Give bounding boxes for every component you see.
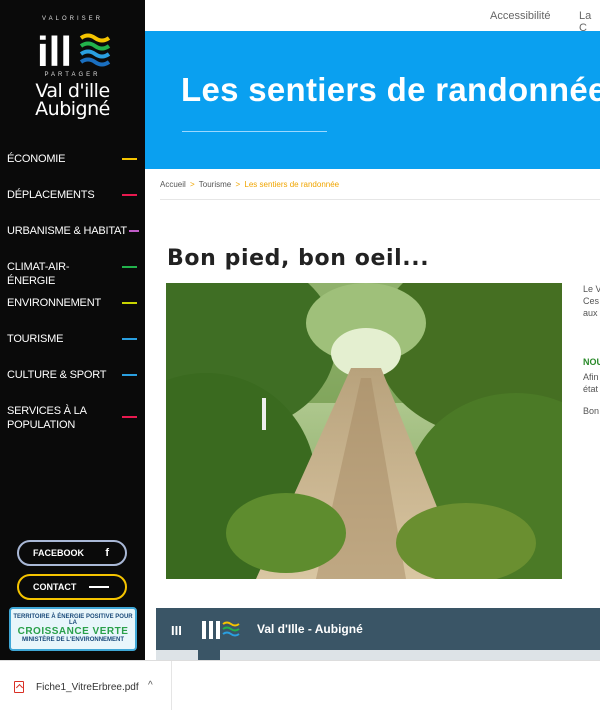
menu-item-label: Culture & Sport — [7, 369, 107, 381]
menu-item-economie[interactable]: Économie — [0, 146, 145, 182]
map-logo-icon — [202, 621, 240, 639]
facebook-button[interactable]: FACEBOOK f — [17, 540, 127, 566]
breadcrumb-current: Les sentiers de randonnée — [244, 180, 340, 189]
menu-item-culture-sport[interactable]: Culture & Sport — [0, 362, 145, 398]
banner-underline — [182, 131, 327, 132]
logo-mark-icon: ill — [37, 28, 111, 72]
breadcrumb-separator: > — [190, 180, 195, 189]
closing-text-line: Bon — [583, 406, 600, 416]
banner-title: Les sentiers de randonnée — [181, 71, 600, 108]
intro-text-line: Le V — [583, 284, 600, 294]
logo-tagline-bottom: PARTAGER — [44, 72, 101, 78]
news-text-line: état — [583, 384, 599, 394]
menu-item-label: Tourisme — [7, 333, 64, 345]
menu-item-climat[interactable]: Climat-Air-Énergie — [0, 254, 145, 290]
breadcrumb-separator: > — [235, 180, 241, 189]
menu-icon[interactable]: III — [171, 623, 182, 638]
contact-label: CONTACT — [33, 582, 77, 592]
trail-photo — [166, 283, 562, 579]
menu-item-label: Économie — [7, 153, 66, 165]
download-filename: Fiche1_VitreErbree.pdf — [36, 682, 139, 693]
menu-item-tourisme[interactable]: Tourisme — [0, 326, 145, 362]
news-text-line: Afin — [583, 372, 599, 382]
sidebar: VALORISER ill PARTAGER Val d'ille Aubign… — [0, 0, 145, 660]
menu-item-accent — [122, 338, 137, 340]
menu-item-accent — [122, 266, 137, 268]
forest-path-image — [166, 283, 562, 579]
map-list-tool-icon[interactable] — [198, 650, 220, 660]
facebook-label: FACEBOOK — [33, 548, 85, 558]
badge-line3: MINISTÈRE DE L'ENVIRONNEMENT — [21, 637, 125, 643]
facebook-icon: f — [105, 547, 109, 559]
intro-text-line: Ces — [583, 296, 600, 306]
pdf-icon — [14, 681, 24, 693]
breadcrumb-parent[interactable]: Tourisme — [199, 180, 231, 189]
logo-tagline-top: VALORISER — [42, 16, 103, 22]
tepcv-badge[interactable]: TERRITOIRE À ÉNERGIE POSITIVE POUR LA CR… — [9, 607, 137, 651]
menu-item-label: Urbanisme & Habitat — [7, 225, 127, 237]
menu-item-label: Déplacements — [7, 189, 95, 201]
badge-line1: TERRITOIRE À ÉNERGIE POSITIVE POUR LA — [13, 614, 133, 626]
main-menu: Économie Déplacements Urbanisme & Habita… — [0, 146, 145, 442]
badge-line2: CROISSANCE VERTE — [17, 626, 129, 637]
map-image-tool-icon[interactable] — [168, 650, 190, 660]
menu-item-accent — [129, 230, 139, 232]
menu-item-accent — [122, 416, 137, 418]
map-header: III Val d'Ille - Aubigné — [156, 608, 600, 650]
top-bar: Accessibilité La C — [145, 0, 600, 34]
menu-item-accent — [122, 374, 137, 376]
menu-item-accent — [122, 302, 137, 304]
page-banner: Les sentiers de randonnée — [145, 31, 600, 169]
menu-item-deplacements[interactable]: Déplacements — [0, 182, 145, 218]
download-item[interactable]: Fiche1_VitreErbree.pdf ^ — [0, 661, 172, 710]
download-bar: Fiche1_VitreErbree.pdf ^ — [0, 660, 600, 710]
menu-item-urbanisme[interactable]: Urbanisme & Habitat — [0, 218, 145, 254]
map-title: Val d'Ille - Aubigné — [257, 622, 363, 636]
breadcrumb: Accueil > Tourisme > Les sentiers de ran… — [160, 180, 339, 189]
page-heading: Bon pied, bon oeil... — [167, 246, 430, 271]
contact-line-icon — [89, 586, 109, 588]
logo-name-line2: Aubigné — [35, 98, 110, 120]
intro-text-line: aux — [583, 308, 598, 318]
menu-item-accent — [122, 158, 137, 160]
site-logo[interactable]: VALORISER ill PARTAGER Val d'ille Aubign… — [0, 10, 145, 130]
accessibility-link[interactable]: Accessibilité — [490, 10, 551, 22]
breadcrumb-home[interactable]: Accueil — [160, 180, 186, 189]
contact-button[interactable]: CONTACT — [17, 574, 127, 600]
menu-item-label: Climat-Air-Énergie — [7, 261, 70, 287]
menu-item-environnement[interactable]: Environnement — [0, 290, 145, 326]
logo-name: Val d'ille Aubigné — [0, 82, 145, 120]
map-toolbar — [156, 650, 600, 660]
news-heading: NOU — [583, 357, 600, 367]
menu-item-label: Environnement — [7, 297, 101, 309]
menu-item-label: Services à la population — [7, 405, 87, 431]
logo-mark-text: ill — [37, 28, 72, 72]
divider — [160, 199, 600, 200]
chevron-up-icon[interactable]: ^ — [148, 680, 153, 691]
menu-item-services[interactable]: Services à la population — [0, 398, 145, 442]
menu-item-accent — [122, 194, 137, 196]
